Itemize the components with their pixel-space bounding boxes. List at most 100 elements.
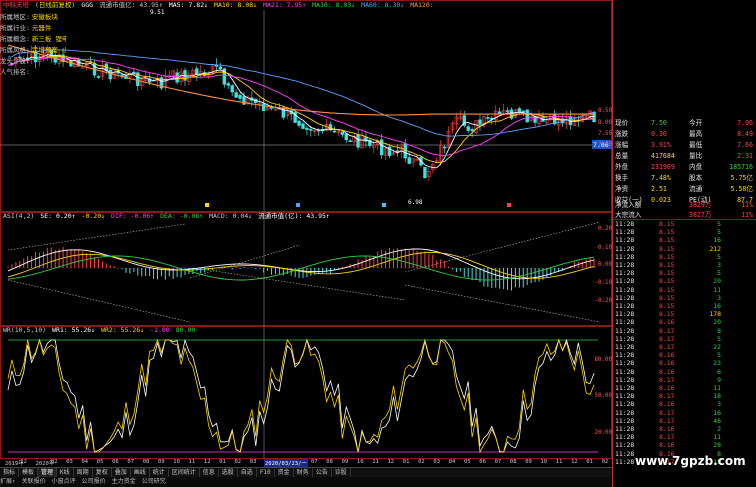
main-header-item: MA5: 7.82↓ (168, 1, 209, 9)
quote-key: 量比 (689, 152, 703, 160)
trend-channel-line (7, 223, 186, 251)
wr-header-item: WR1: 55.26↓ (52, 326, 96, 334)
sidebar-value: 元器件 (31, 24, 52, 32)
tick-volume: 16 (713, 236, 721, 245)
tab-10[interactable]: 信息 (200, 468, 219, 477)
quote-key: 现价 (615, 119, 629, 127)
tick-row: 11:28 8.15 5 (615, 253, 755, 261)
kline-chart-svg[interactable]: 7.066.989.51 (0, 0, 612, 467)
tick-volume: 6 (717, 367, 721, 376)
tab-17[interactable]: 诊股 (332, 468, 351, 477)
candle-body (305, 127, 309, 130)
date-tick: 03 (66, 459, 73, 465)
tick-time: 11:28 (615, 457, 635, 466)
quote-value: 7.66 (737, 141, 753, 149)
date-tick: 09 (341, 459, 349, 465)
date-tick: 11 (555, 459, 563, 465)
sidebar-value: 定增预案 小盘 (31, 46, 66, 54)
macd-header-item: -0.20↓ (81, 212, 106, 220)
tab-1[interactable]: 模板 (19, 468, 39, 477)
macd-header-item: ASI(4,2) (3, 212, 35, 220)
tick-time: 11:28 (615, 252, 635, 261)
sidebar-row: 人气排名: (0, 67, 66, 78)
date-tick: 02 (418, 459, 425, 465)
tab-2[interactable]: 管理 (38, 468, 58, 477)
tick-price: 8.16 (659, 384, 675, 392)
tab-11[interactable]: 选股 (219, 468, 238, 477)
wr-header-item: WR(10,5,10) (3, 326, 47, 334)
candle-body (226, 83, 230, 86)
tab-7[interactable]: 画线 (131, 468, 150, 477)
status-item: 关联报价 (21, 478, 46, 485)
tab-14[interactable]: 资金 (275, 468, 294, 477)
tab-0[interactable]: 指标 (0, 468, 20, 477)
date-tick: 11 (188, 459, 196, 465)
quote-row: 外盘 231969 内盘 185716 (615, 162, 755, 173)
indicator-tab-bar[interactable]: 指标 模板 管理 K线 周期 复权 叠加 画线 统计 区间统计 信息 选股 自选 F10 资金 财务 公告 诊股 (0, 467, 612, 477)
tab-5[interactable]: 复权 (93, 468, 112, 477)
status-item: 公司研究 (141, 478, 166, 485)
tick-time: 11:28 (615, 277, 635, 286)
tick-price: 8.15 (659, 252, 675, 261)
chart-area[interactable]: 7.06 6.98 9.51 中科天塔 (日线前复权) GGG 流通市值亿: 43.95↑… (0, 0, 612, 487)
sidebar-key: 人气排名: (0, 68, 30, 76)
tick-row: 11:28 8.15 5 (615, 269, 755, 277)
tick-price: 8.15 (659, 285, 675, 294)
quote-row: 换手 7.48% 股本 5.75亿 (615, 173, 755, 184)
date-tick: 10 (540, 459, 548, 465)
main-header-item: 中科天塔 (3, 1, 29, 9)
tick-price: 8.16 (659, 425, 675, 433)
tick-row: 11:28 8.17 8 (615, 327, 755, 335)
tab-9[interactable]: 区间统计 (169, 468, 200, 477)
sidebar-value: 安徽板块 (31, 13, 58, 21)
tab-8[interactable]: 统计 (150, 468, 169, 477)
tab-13[interactable]: F10 (257, 468, 275, 477)
tick-volume: 5 (717, 228, 721, 237)
tick-volume: 46 (713, 416, 721, 425)
candle-body (230, 85, 234, 93)
tab-15[interactable]: 财务 (294, 468, 313, 477)
tab-16[interactable]: 公告 (313, 468, 332, 477)
date-tick: 02 (234, 459, 242, 465)
candle-body (332, 130, 337, 133)
tab-12[interactable]: 自选 (238, 468, 257, 477)
quote-value: 7.96 (737, 119, 753, 127)
tick-volume: 212 (709, 244, 721, 253)
date-tick: 08 (326, 459, 333, 465)
quote-key: 涨跌 (615, 130, 629, 138)
quote-key: 最低 (689, 141, 703, 149)
date-tick: 11 (372, 459, 379, 465)
tick-price: 8.15 (659, 310, 675, 319)
date-tick: 04 (81, 459, 89, 465)
tick-price: 8.16 (659, 441, 675, 450)
date-tick: 12 (20, 459, 27, 465)
tick-row: 11:28 8.17 22 (615, 343, 755, 351)
tick-time: 11:28 (615, 293, 635, 302)
tick-row: 11:28 8.16 11 (615, 384, 755, 392)
quote-row: 涨跌 0.30 最高 8.49 (615, 129, 755, 140)
sidebar-row: 所属风格:定增预案 小盘 (0, 45, 66, 56)
macd-header-item: MACD: 0.04↓ (209, 212, 253, 220)
tick-time: 11:28 (615, 269, 635, 278)
tick-row: 11:28 8.16 28 (615, 441, 755, 449)
main-header-item: MA21: 7.95↑ (263, 1, 307, 9)
quote-key: 净资 (615, 185, 629, 193)
date-tick: 09 (158, 459, 165, 465)
date-tick: 01 (586, 459, 594, 465)
ma120-line (7, 49, 595, 137)
tick-row: 11:28 8.16 3 (615, 400, 755, 408)
tab-3[interactable]: K线 (57, 468, 74, 477)
candle-body (486, 117, 490, 119)
tick-volume: 11 (713, 433, 721, 442)
tick-volume: 11 (713, 285, 721, 294)
tab-4[interactable]: 周期 (74, 468, 93, 477)
tick-volume: 18 (713, 392, 721, 401)
event-marker (382, 203, 386, 207)
tick-row: 11:28 8.16 20 (615, 318, 755, 326)
tab-6[interactable]: 叠加 (112, 468, 131, 477)
main-chart-header: 中科天塔 (日线前复权) GGG 流通市值亿: 43.95↑ MA5: 7.82↓ MA1… (3, 1, 433, 10)
sidebar-key: 所属行业: (0, 24, 30, 32)
candle-body (269, 107, 274, 109)
tick-price: 8.17 (659, 326, 675, 335)
quote-key: 换手 (615, 174, 629, 182)
